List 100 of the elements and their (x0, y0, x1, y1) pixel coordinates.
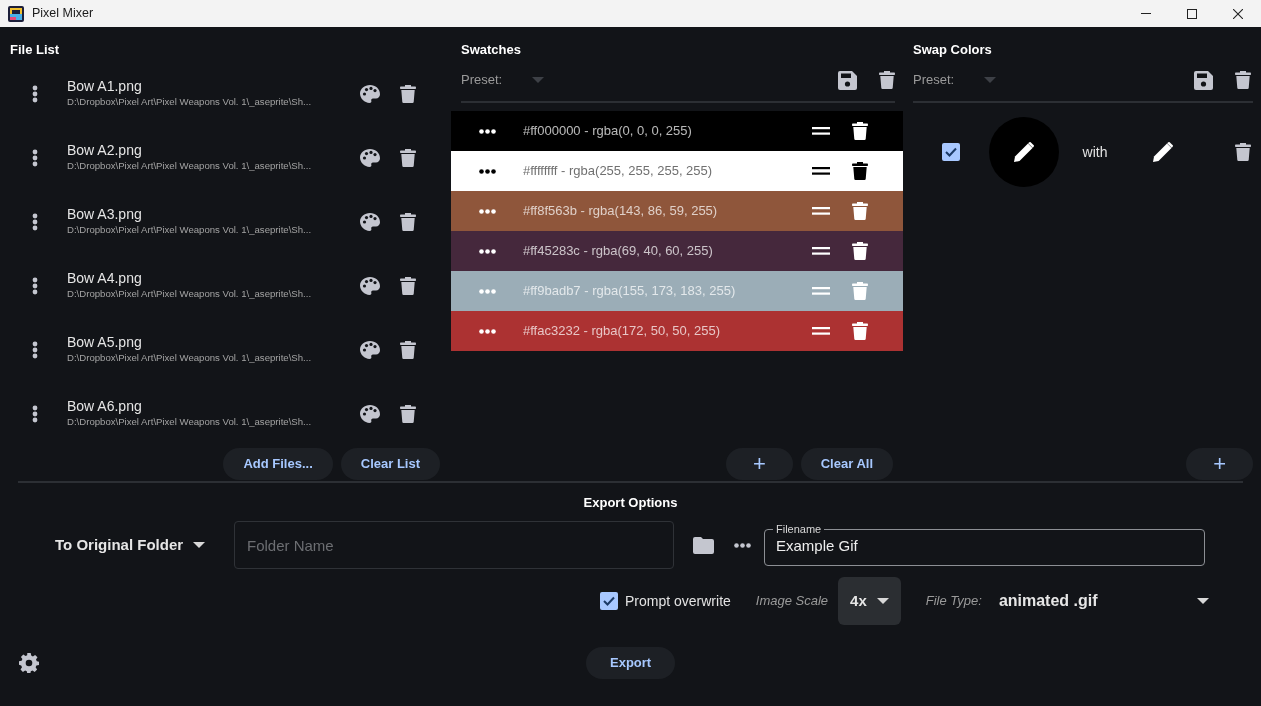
caret-icon (193, 542, 206, 548)
color-value: #ffac3232 - rgba(172, 50, 50, 255) (523, 322, 722, 341)
more-icon[interactable] (734, 542, 751, 548)
palette-icon[interactable] (360, 149, 380, 167)
delete-icon[interactable] (400, 405, 416, 423)
section-heading: File List (10, 41, 61, 59)
palette-icon[interactable] (360, 277, 380, 295)
delete-icon[interactable] (852, 322, 868, 340)
color-value: #ff45283c - rgba(69, 40, 60, 255) (523, 242, 714, 261)
color-value: #ff8f563b - rgba(143, 86, 59, 255) (523, 202, 719, 221)
folder-name-field[interactable]: Folder Name (234, 521, 674, 569)
more-icon[interactable] (32, 149, 38, 167)
caret-icon (1196, 598, 1209, 604)
delete-icon[interactable] (1235, 71, 1251, 89)
pencil-icon[interactable] (1014, 142, 1034, 162)
checkbox[interactable] (942, 143, 960, 161)
clear-all-button[interactable]: Clear All (800, 448, 893, 480)
file-path: D:\Dropbox\Pixel Art\Pixel Weapons Vol. 1\_aseprite\Sh... (67, 287, 313, 302)
window-title: Pixel Mixer (32, 5, 94, 23)
more-icon[interactable] (32, 341, 38, 359)
clear-list-button[interactable]: Clear List (340, 448, 440, 480)
delete-icon[interactable] (1235, 143, 1251, 161)
delete-icon[interactable] (400, 213, 416, 231)
file-type-dropdown[interactable]: animated .gif (998, 589, 1209, 613)
file-name: Bow A4.png (67, 270, 143, 288)
maximize-icon (1187, 8, 1197, 19)
drag-handle-icon[interactable] (812, 167, 830, 175)
file-type-label: File Type: (925, 592, 982, 611)
add-files-button[interactable]: Add Files... (223, 448, 333, 480)
preset-dropdown[interactable]: Preset: (913, 70, 997, 90)
drag-handle-icon[interactable] (812, 287, 830, 295)
delete-icon[interactable] (879, 71, 895, 89)
file-name: Bow A2.png (67, 142, 143, 160)
add-button[interactable]: + (725, 448, 793, 480)
more-icon[interactable] (478, 168, 496, 174)
delete-icon[interactable] (400, 85, 416, 103)
drag-handle-icon[interactable] (812, 247, 830, 255)
settings-icon[interactable] (19, 653, 39, 673)
pencil-icon[interactable] (1153, 142, 1173, 162)
caret-icon (532, 77, 545, 83)
file-path: D:\Dropbox\Pixel Art\Pixel Weapons Vol. 1\_aseprite\Sh... (67, 223, 313, 238)
file-name: Bow A6.png (67, 398, 143, 416)
app-logo-icon (8, 5, 24, 22)
section-heading: Swap Colors (913, 41, 993, 59)
delete-icon[interactable] (852, 242, 868, 260)
destination-dropdown[interactable]: To Original Folder (55, 533, 206, 557)
palette-icon[interactable] (360, 405, 380, 423)
checkbox[interactable] (600, 592, 618, 610)
file-path: D:\Dropbox\Pixel Art\Pixel Weapons Vol. 1\_aseprite\Sh... (67, 95, 313, 110)
delete-icon[interactable] (400, 149, 416, 167)
save-icon[interactable] (1194, 70, 1213, 90)
swatch-row[interactable]: #ff000000 - rgba(0, 0, 0, 255) (451, 111, 903, 151)
more-icon[interactable] (32, 277, 38, 295)
delete-icon[interactable] (400, 277, 416, 295)
scale-dropdown[interactable]: 4x (838, 577, 901, 625)
file-name: Bow A1.png (67, 78, 143, 96)
section-heading: Export Options (583, 494, 678, 512)
color-value: #ff000000 - rgba(0, 0, 0, 255) (523, 122, 693, 141)
minimize-icon (1141, 13, 1151, 14)
file-name: Bow A5.png (67, 334, 143, 352)
palette-icon[interactable] (360, 341, 380, 359)
folder-icon[interactable] (693, 536, 714, 554)
more-icon[interactable] (32, 405, 38, 423)
more-icon[interactable] (32, 85, 38, 103)
swatch-row[interactable]: #ffac3232 - rgba(172, 50, 50, 255) (451, 311, 903, 351)
with-label: with (1082, 142, 1108, 162)
filename-field[interactable]: Filename Example Gif (764, 524, 1205, 566)
preset-dropdown[interactable]: Preset: (461, 70, 545, 90)
more-icon[interactable] (478, 328, 496, 334)
add-button[interactable]: + (1186, 448, 1253, 480)
export-button[interactable]: Export (586, 647, 676, 679)
delete-icon[interactable] (400, 341, 416, 359)
delete-icon[interactable] (852, 122, 868, 140)
checkbox-label: Prompt overwrite (625, 591, 731, 611)
more-icon[interactable] (478, 128, 496, 134)
section-heading: Swatches (461, 41, 522, 59)
check-icon (945, 147, 957, 157)
delete-icon[interactable] (852, 162, 868, 180)
more-icon[interactable] (32, 213, 38, 231)
caret-icon (876, 598, 889, 604)
palette-icon[interactable] (360, 213, 380, 231)
palette-icon[interactable] (360, 85, 380, 103)
drag-handle-icon[interactable] (812, 207, 830, 215)
swatch-row[interactable]: #ff8f563b - rgba(143, 86, 59, 255) (451, 191, 903, 231)
color-value: #ffffffff - rgba(255, 255, 255, 255) (523, 162, 714, 181)
color-value: #ff9badb7 - rgba(155, 173, 183, 255) (523, 282, 737, 301)
swatch-row[interactable]: #ff45283c - rgba(69, 40, 60, 255) (451, 231, 903, 271)
file-path: D:\Dropbox\Pixel Art\Pixel Weapons Vol. 1\_aseprite\Sh... (67, 351, 313, 366)
drag-handle-icon[interactable] (812, 327, 830, 335)
swatch-row[interactable]: #ffffffff - rgba(255, 255, 255, 255) (451, 151, 903, 191)
more-icon[interactable] (478, 248, 496, 254)
scale-label: Image Scale (755, 592, 829, 611)
drag-handle-icon[interactable] (812, 127, 830, 135)
save-icon[interactable] (838, 70, 857, 90)
caret-icon (984, 77, 997, 83)
file-path: D:\Dropbox\Pixel Art\Pixel Weapons Vol. 1\_aseprite\Sh... (67, 415, 313, 430)
file-name: Bow A3.png (67, 206, 143, 224)
close-icon (1233, 8, 1243, 19)
check-icon (603, 596, 615, 606)
field-label: Filename (775, 524, 823, 535)
